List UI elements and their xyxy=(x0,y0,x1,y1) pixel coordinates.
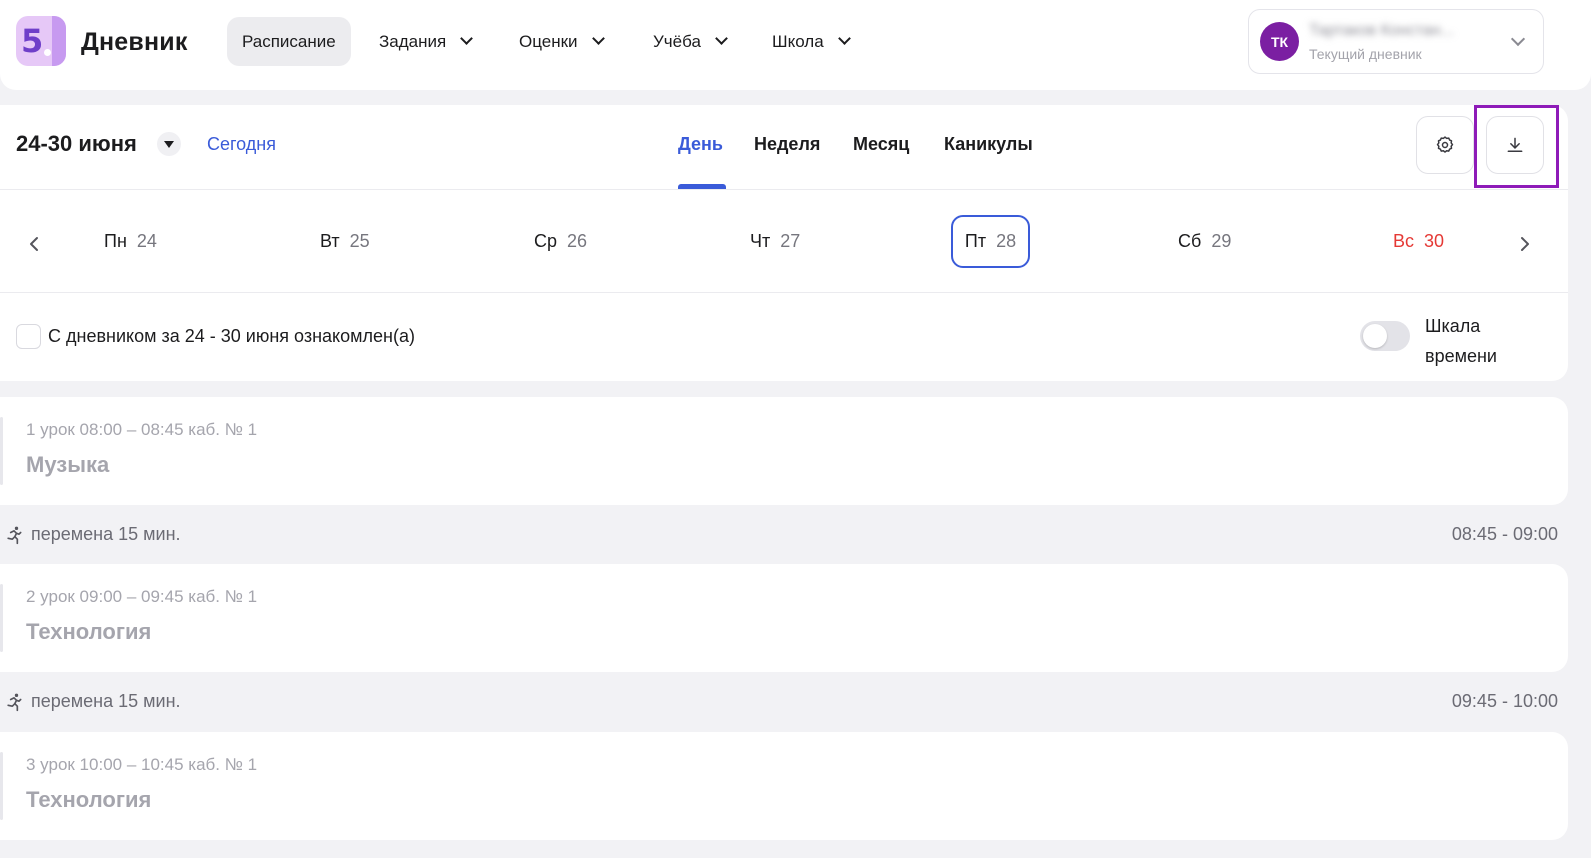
day-name: Пт xyxy=(964,231,987,251)
logo-digit: 5 xyxy=(21,22,44,60)
settings-button[interactable] xyxy=(1416,116,1474,174)
today-link[interactable]: Сегодня xyxy=(207,134,276,155)
lesson-side-bar xyxy=(0,584,3,652)
break-label: перемена 15 мин. xyxy=(31,691,181,711)
chevron-down-icon xyxy=(715,32,728,45)
acknowledge-checkbox[interactable] xyxy=(16,324,41,349)
chevron-left-icon[interactable] xyxy=(28,236,40,252)
nav-assignments-label: Задания xyxy=(379,31,447,51)
lesson-card[interactable]: 2 урок 09:00 – 09:45 каб. № 1 Технология xyxy=(0,564,1568,672)
day-number: 30 xyxy=(1424,231,1445,251)
day-number: 27 xyxy=(780,231,801,251)
day-number: 28 xyxy=(996,231,1017,251)
running-person-icon xyxy=(7,693,22,712)
nav-schedule[interactable]: Расписание xyxy=(227,17,351,66)
avatar: ТК xyxy=(1260,22,1299,61)
break-time: 09:45 - 10:00 xyxy=(1451,691,1558,711)
day-monday[interactable]: Пн 24 xyxy=(92,215,169,268)
lesson-subject: Технология xyxy=(26,619,152,644)
divider xyxy=(0,189,1568,190)
timeline-toggle[interactable] xyxy=(1360,321,1410,351)
toggle-knob xyxy=(1363,324,1387,348)
tab-week[interactable]: Неделя xyxy=(754,134,820,155)
gear-icon xyxy=(1436,136,1454,153)
download-icon xyxy=(1507,137,1523,152)
day-saturday[interactable]: Сб 29 xyxy=(1166,215,1243,268)
lesson-card[interactable]: 3 урок 10:00 – 10:45 каб. № 1 Технология xyxy=(0,732,1568,840)
lesson-side-bar xyxy=(0,752,3,820)
chevron-down-icon xyxy=(1510,31,1526,47)
day-name: Ср xyxy=(534,231,558,251)
day-wednesday[interactable]: Ср 26 xyxy=(522,215,599,268)
lesson-subject: Технология xyxy=(26,787,152,812)
user-name: Тартаков Констан... xyxy=(1309,22,1454,39)
day-number: 24 xyxy=(136,231,157,251)
tab-day[interactable]: День xyxy=(678,134,723,155)
chevron-down-icon xyxy=(460,32,474,45)
timeline-label-line1: Шкала xyxy=(1425,316,1481,336)
date-range-dropdown[interactable] xyxy=(157,132,181,156)
current-diary-label: Текущий дневник xyxy=(1309,46,1422,62)
caret-down-icon xyxy=(164,140,174,148)
lesson-side-bar xyxy=(0,417,3,485)
break-row: перемена 15 мин. 09:45 - 10:00 xyxy=(0,682,1568,722)
top-navigation-bar: 5 Дневник Расписание Задания Оценки Учёб… xyxy=(0,0,1591,90)
running-person-icon xyxy=(7,526,22,545)
nav-schedule-label: Расписание xyxy=(242,31,336,51)
day-number: 29 xyxy=(1211,231,1232,251)
day-name: Пн xyxy=(104,231,127,251)
app-logo[interactable]: 5 xyxy=(16,16,66,66)
day-name: Чт xyxy=(750,231,771,251)
nav-study[interactable]: Учёба xyxy=(653,17,728,66)
nav-grades[interactable]: Оценки xyxy=(519,17,605,66)
logo-dot xyxy=(44,49,51,56)
divider xyxy=(0,292,1568,293)
day-name: Сб xyxy=(1178,231,1202,251)
logo-stripe xyxy=(52,16,66,66)
lesson-card[interactable]: 1 урок 08:00 – 08:45 каб. № 1 Музыка xyxy=(0,397,1568,505)
acknowledge-label[interactable]: С дневником за 24 - 30 июня ознакомлен(а… xyxy=(48,326,415,347)
tab-holidays[interactable]: Каникулы xyxy=(944,134,1033,155)
day-name: Вт xyxy=(320,231,340,251)
break-label: перемена 15 мин. xyxy=(31,524,181,544)
lesson-meta: 3 урок 10:00 – 10:45 каб. № 1 xyxy=(26,755,258,774)
user-switcher[interactable]: ТК Тартаков Констан... Текущий дневник xyxy=(1248,9,1544,74)
lesson-meta: 1 урок 08:00 – 08:45 каб. № 1 xyxy=(26,420,258,439)
lesson-subject: Музыка xyxy=(26,452,110,477)
schedule-controls-panel: 24-30 июня Сегодня День Неделя Месяц Кан… xyxy=(0,105,1568,381)
app-title: Дневник xyxy=(81,28,188,56)
day-number: 26 xyxy=(567,231,588,251)
tab-month[interactable]: Месяц xyxy=(853,134,909,155)
nav-assignments[interactable]: Задания xyxy=(379,17,474,66)
day-thursday[interactable]: Чт 27 xyxy=(738,215,812,268)
break-time: 08:45 - 09:00 xyxy=(1451,524,1558,544)
day-sunday[interactable]: Вс 30 xyxy=(1381,215,1456,268)
day-number: 25 xyxy=(349,231,370,251)
nav-study-label: Учёба xyxy=(653,31,701,51)
timeline-toggle-label: Шкала времени xyxy=(1425,311,1535,371)
download-button[interactable] xyxy=(1486,116,1544,174)
timeline-label-line2: времени xyxy=(1425,346,1497,366)
chevron-right-icon[interactable] xyxy=(1519,236,1531,252)
nav-school[interactable]: Школа xyxy=(772,17,851,66)
chevron-down-icon xyxy=(837,32,851,45)
day-friday[interactable]: Пт 28 xyxy=(951,215,1030,268)
day-name: Вс xyxy=(1393,231,1415,251)
date-range-title[interactable]: 24-30 июня xyxy=(16,131,137,157)
nav-school-label: Школа xyxy=(772,31,824,51)
break-row: перемена 15 мин. 08:45 - 09:00 xyxy=(0,515,1568,555)
lesson-meta: 2 урок 09:00 – 09:45 каб. № 1 xyxy=(26,587,258,606)
day-tuesday[interactable]: Вт 25 xyxy=(308,215,382,268)
nav-grades-label: Оценки xyxy=(519,31,578,51)
chevron-down-icon xyxy=(591,32,605,45)
